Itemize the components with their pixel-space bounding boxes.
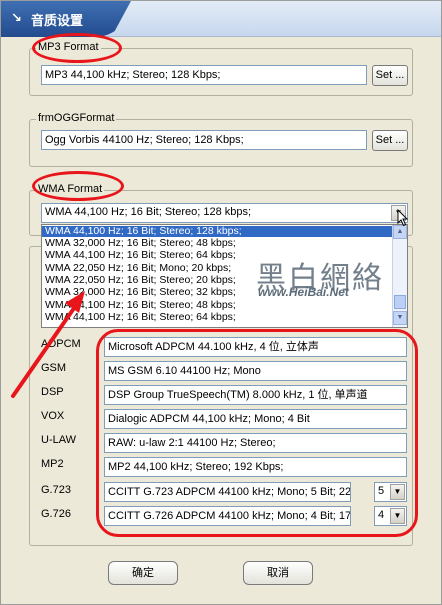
ogg-set-button[interactable]: Set ... (372, 130, 408, 151)
g723-label: G.723 (41, 484, 71, 496)
collapse-arrow-icon[interactable]: ↘ (11, 11, 25, 25)
cursor-icon (397, 209, 409, 227)
cancel-button[interactable]: 取消 (243, 561, 313, 585)
watermark: 黑白網絡 www.HeiBai.Net (256, 253, 384, 299)
mp3-set-button[interactable]: Set ... (372, 65, 408, 86)
dropdown-scrollbar[interactable]: ▲ ▼ (392, 225, 407, 327)
g726-label: G.726 (41, 508, 71, 520)
annotation-mp3-ellipse (32, 33, 122, 63)
mp3-format-field[interactable]: MP3 44,100 kHz; Stereo; 128 Kbps; (41, 65, 367, 85)
audio-settings-window: ↘ 音质设置 MP3 Format MP3 44,100 kHz; Stereo… (0, 0, 442, 605)
mp2-label: MP2 (41, 458, 64, 470)
list-item[interactable]: WMA 32,000 Hz; 16 Bit; Stereo; 48 kbps; (42, 238, 394, 249)
annotation-wma-ellipse (32, 171, 124, 201)
title-bar: ↘ 音质设置 (1, 1, 441, 37)
ogg-format-label: frmOGGFormat (36, 112, 117, 124)
scroll-down-icon[interactable]: ▼ (393, 311, 407, 325)
ok-button[interactable]: 确定 (108, 561, 178, 585)
wma-format-select[interactable]: WMA 44,100 Hz; 16 Bit; Stereo; 128 kbps;… (41, 203, 408, 223)
annotation-arrow (11, 291, 85, 398)
ulaw-label: U-LAW (41, 434, 77, 446)
watermark-url: www.HeiBai.Net (258, 285, 349, 299)
window-title: 音质设置 (31, 14, 84, 29)
annotation-fields-box (96, 329, 418, 537)
list-item[interactable]: WMA 44,100 Hz; 16 Bit; Stereo; 128 kbps; (42, 226, 394, 237)
scrollbar-thumb[interactable] (394, 295, 406, 309)
scroll-up-icon[interactable]: ▲ (393, 225, 407, 239)
wma-selected-value: WMA 44,100 Hz; 16 Bit; Stereo; 128 kbps; (45, 206, 252, 218)
ogg-format-field[interactable]: Ogg Vorbis 44100 Hz; Stereo; 128 Kbps; (41, 130, 367, 150)
vox-label: VOX (41, 410, 65, 422)
